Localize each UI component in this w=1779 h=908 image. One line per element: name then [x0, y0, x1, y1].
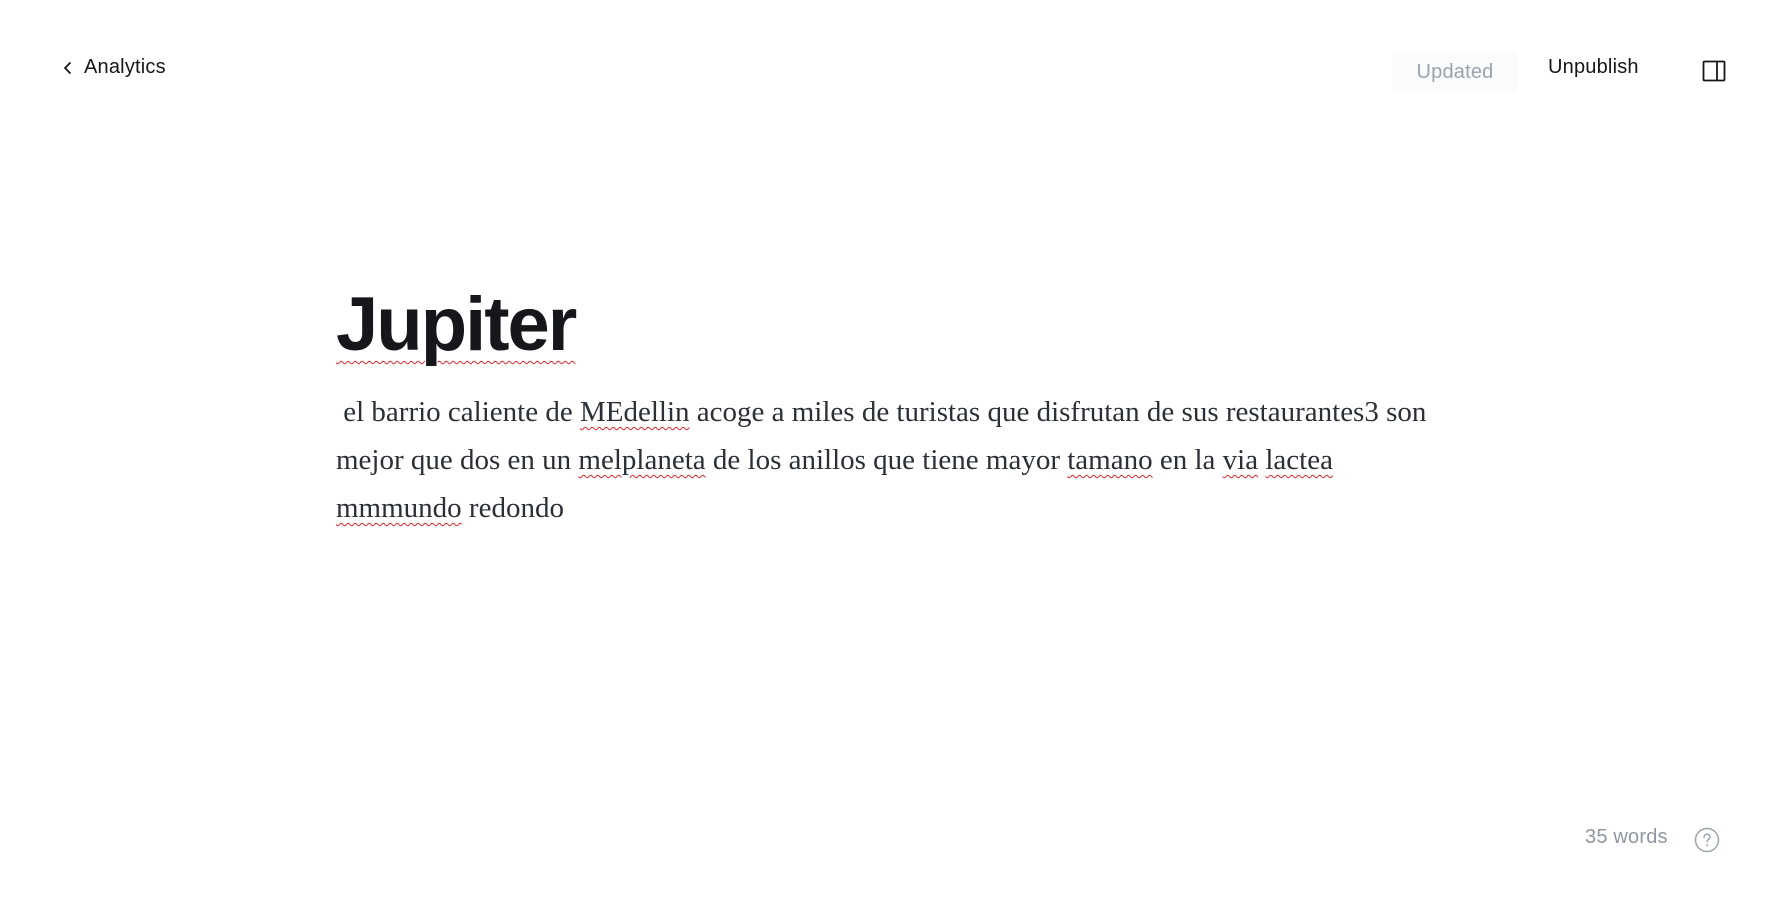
- body-text: el barrio caliente de: [336, 396, 580, 428]
- status-badge: Updated: [1392, 52, 1518, 92]
- back-to-analytics-link[interactable]: Analytics: [62, 56, 166, 79]
- body-text: de los anillos que tiene mayor: [705, 444, 1068, 476]
- body-text: [1333, 444, 1348, 476]
- post-editor[interactable]: Jupiter el barrio caliente de MEdellin a…: [336, 280, 1446, 532]
- help-button[interactable]: [1694, 827, 1720, 853]
- word-count: 35 words: [1585, 826, 1668, 848]
- back-link-label: Analytics: [84, 56, 166, 78]
- misspelled-word[interactable]: via: [1223, 444, 1258, 476]
- misspelled-word[interactable]: mmmundo: [336, 492, 462, 524]
- chevron-left-icon: [64, 61, 71, 74]
- question-circle-icon: [1694, 827, 1720, 853]
- misspelled-word[interactable]: MEdellin: [580, 396, 690, 428]
- post-title[interactable]: Jupiter: [336, 280, 577, 370]
- misspelled-word[interactable]: tamano: [1067, 444, 1152, 476]
- post-body[interactable]: el barrio caliente de MEdellin acoge a m…: [336, 388, 1446, 532]
- body-text: redondo: [461, 492, 564, 524]
- misspelled-word[interactable]: lactea: [1265, 444, 1333, 476]
- sidebar-toggle-icon: [1702, 60, 1726, 82]
- unpublish-button[interactable]: Unpublish: [1548, 56, 1639, 79]
- body-text: en la: [1152, 444, 1223, 476]
- misspelled-word[interactable]: melplaneta: [578, 444, 705, 476]
- sidebar-toggle-button[interactable]: [1702, 59, 1726, 83]
- editor-header: Analytics Updated Unpublish: [0, 0, 1779, 142]
